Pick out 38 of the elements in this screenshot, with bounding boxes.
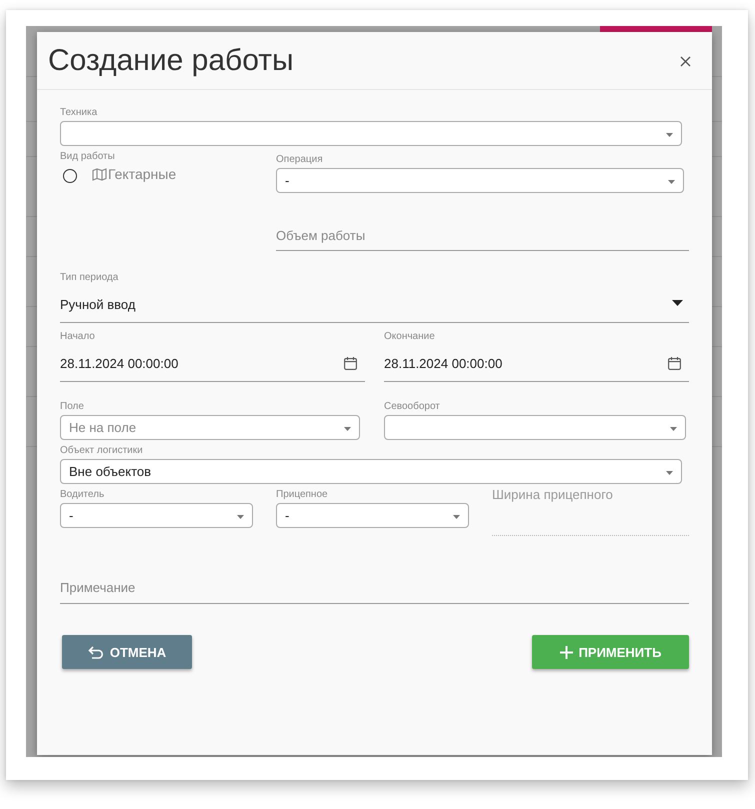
radio-label: Гектарные: [108, 166, 176, 182]
caret-icon: [666, 133, 673, 137]
dropdown-select[interactable]: -: [60, 503, 253, 528]
operation-select[interactable]: -: [276, 168, 684, 193]
dialog-title: Создание работы: [48, 44, 294, 78]
field-label: Прицепное: [276, 488, 329, 501]
caret-icon: [344, 427, 351, 431]
field-label: Поле: [60, 400, 85, 413]
logistics-object-select[interactable]: Вне объектов: [60, 459, 682, 484]
field-label: Водитель: [60, 488, 106, 501]
field-label: Окончание: [384, 330, 436, 343]
calendar-icon[interactable]: [668, 357, 681, 370]
field-label: Объект логистики: [60, 444, 144, 457]
date-field[interactable]: 28.11.2024 00:00:00: [384, 345, 689, 382]
field-select[interactable]: Не на поле: [60, 415, 360, 440]
date-field[interactable]: 28.11.2024 00:00:00: [60, 345, 365, 382]
undo-icon: [88, 646, 104, 658]
caret-icon: [670, 427, 677, 431]
cancel-button[interactable]: ОТМЕНА: [62, 635, 192, 669]
caret-icon: [668, 180, 675, 184]
field-label: Вид работы: [60, 150, 116, 163]
field-label: Операция: [276, 153, 324, 166]
plus-icon: [560, 646, 573, 658]
note-input[interactable]: Примечание: [60, 572, 689, 604]
calendar-icon[interactable]: [344, 357, 357, 370]
radio-button[interactable]: [63, 169, 77, 183]
period-type-select[interactable]: Ручной ввод: [60, 286, 689, 323]
caret-icon: [237, 515, 244, 519]
field-label: Техника: [60, 106, 98, 119]
field-label: Севооборот: [384, 400, 441, 413]
dropdown-select[interactable]: -: [276, 503, 469, 528]
caret-icon: [666, 471, 673, 475]
work-volume-input[interactable]: Объем работы: [276, 221, 689, 251]
map-icon: [92, 168, 107, 180]
field-label: Начало: [60, 330, 96, 343]
caret-icon: [453, 515, 460, 519]
field-label: Тип периода: [60, 271, 120, 284]
close-icon[interactable]: [680, 56, 691, 67]
